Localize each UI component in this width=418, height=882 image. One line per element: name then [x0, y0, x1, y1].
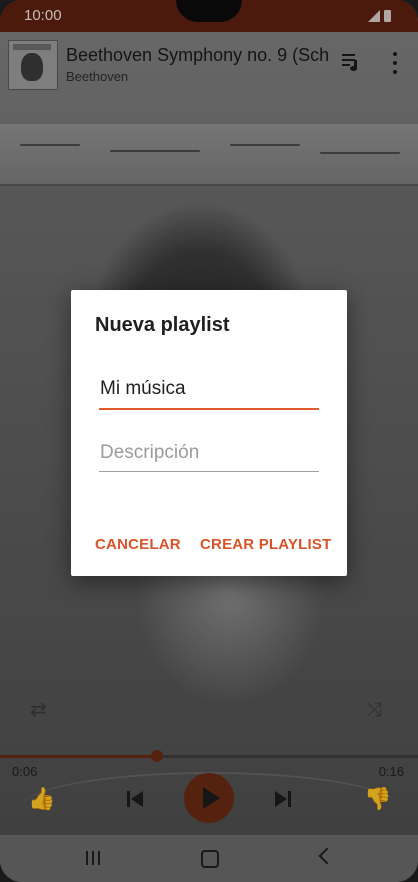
playlist-name-input[interactable] — [99, 370, 319, 410]
new-playlist-dialog: Nueva playlist CANCELAR CREAR PLAYLIST — [71, 290, 347, 576]
playlist-description-input[interactable] — [99, 435, 319, 472]
phone-screen: 10:00 Beethoven Symphony no. 9 (Scherzo)… — [0, 0, 418, 882]
create-playlist-button[interactable]: CREAR PLAYLIST — [200, 536, 331, 553]
dialog-title: Nueva playlist — [95, 314, 230, 336]
cancel-button[interactable]: CANCELAR — [95, 536, 181, 553]
